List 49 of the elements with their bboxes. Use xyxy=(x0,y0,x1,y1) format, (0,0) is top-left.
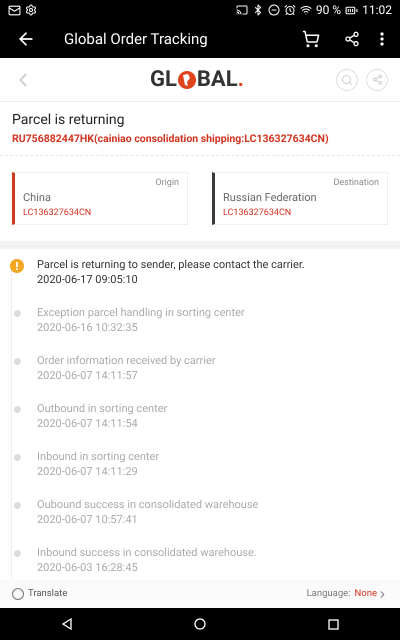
country: Russian Federation xyxy=(223,190,318,206)
event-description: Order information received by carrier xyxy=(37,352,216,368)
translate-label: Translate xyxy=(28,586,68,601)
cart-button[interactable] xyxy=(302,30,320,48)
event-description: Inbound in sorting center xyxy=(37,448,160,464)
route-label: Origin xyxy=(155,176,179,190)
clock: 11:02 xyxy=(362,2,392,19)
event-time: 2020-06-16 10:32:35 xyxy=(37,320,139,335)
share-icon xyxy=(372,74,382,85)
parcel-status: Parcel is returning xyxy=(12,111,126,130)
warning-icon xyxy=(10,258,24,273)
app-title: Global Order Tracking xyxy=(64,28,209,50)
route-label: Destination xyxy=(333,176,379,190)
event-time: 2020-06-07 14:11:54 xyxy=(37,416,139,431)
battery-icon xyxy=(345,4,358,16)
route-code: LC136327634CN xyxy=(23,206,92,220)
country: China xyxy=(23,190,52,206)
share-button[interactable] xyxy=(344,31,360,47)
route-code: LC136327634CN xyxy=(223,206,292,220)
logo-text: BAL xyxy=(196,66,238,94)
event-description: Oubound success in consolidated warehouse xyxy=(37,496,258,512)
do-not-disturb-icon xyxy=(268,4,280,16)
event-description: Outbound in sorting center xyxy=(37,400,168,416)
event-description: Exception parcel handling in sorting center xyxy=(37,304,245,320)
alarm-icon xyxy=(284,4,296,16)
recents-square-icon[interactable] xyxy=(328,618,340,630)
logo-text: GL xyxy=(150,66,177,94)
search-icon xyxy=(341,74,353,86)
event-description: Parcel is returning to sender, please contact the carrier. xyxy=(37,256,305,272)
more-button[interactable] xyxy=(380,32,384,46)
logo-dot: . xyxy=(238,66,244,94)
gear-icon xyxy=(25,4,37,16)
back-triangle-icon[interactable] xyxy=(60,618,73,630)
event-time: 2020-06-07 10:57:41 xyxy=(37,512,139,527)
cast-icon xyxy=(236,4,248,16)
home-circle-icon[interactable] xyxy=(194,618,206,630)
language-label: Language: xyxy=(306,586,351,601)
event-description: Inbound success in consolidated warehouse. xyxy=(37,544,257,560)
mail-icon xyxy=(8,4,21,16)
globe-icon xyxy=(176,70,197,90)
event-time: 2020-06-07 14:11:29 xyxy=(37,464,139,479)
battery-percent: 90 % xyxy=(316,2,342,19)
tracking-number: RU756882447HK(cainiao consolidation shipping:LC136327634CN) xyxy=(12,131,330,147)
translate-checkbox[interactable] xyxy=(12,588,24,600)
language-value[interactable]: None xyxy=(354,586,377,602)
more-icon xyxy=(380,32,384,46)
event-time: 2020-06-07 14:11:57 xyxy=(37,368,139,383)
event-time: 2020-06-03 16:28:45 xyxy=(37,560,139,575)
event-time: 2020-06-17 09:05:10 xyxy=(37,272,139,287)
